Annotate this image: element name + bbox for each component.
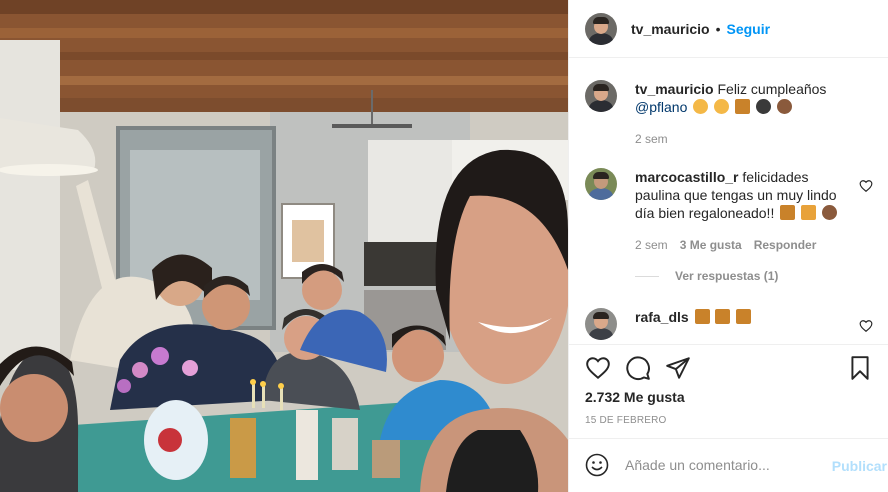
likes-count[interactable]: 2.732 Me gusta xyxy=(585,389,685,405)
caption: tv_mauricio Feliz cumpleaños @pflano 2 s… xyxy=(585,80,873,148)
comments-list[interactable]: tv_mauricio Feliz cumpleaños @pflano 2 s… xyxy=(569,58,888,344)
header-separator: • xyxy=(715,20,721,37)
family-selfie-image xyxy=(0,0,568,492)
party-popper-icon xyxy=(694,309,710,324)
view-replies-label: Ver respuestas (1) xyxy=(675,269,779,283)
view-replies-button[interactable]: Ver respuestas (1) xyxy=(635,269,778,283)
instagram-post: tv_mauricio • Seguir tv_mauricio Feliz c… xyxy=(0,0,888,492)
caption-text: Feliz cumpleaños xyxy=(717,81,827,97)
reply-button[interactable]: Responder xyxy=(754,236,817,254)
caption-meta: 2 sem xyxy=(635,130,857,148)
caption-author-avatar[interactable] xyxy=(585,80,617,112)
comment-time[interactable]: 2 sem xyxy=(635,236,668,254)
post-date[interactable]: 15 DE FEBRERO xyxy=(585,415,667,426)
comment-input[interactable] xyxy=(625,457,825,473)
comment-likes[interactable]: 3 Me gusta xyxy=(680,236,742,254)
action-icons xyxy=(585,355,873,381)
comment: marcocastillo_r felicidades paulina que … xyxy=(585,168,873,254)
publish-button[interactable]: Publicar xyxy=(832,458,887,474)
caption-username[interactable]: tv_mauricio xyxy=(635,81,714,97)
save-bookmark-icon[interactable] xyxy=(847,355,873,381)
post-photo[interactable] xyxy=(0,0,568,492)
comment-username[interactable]: rafa_dls xyxy=(635,309,689,325)
commenter-avatar[interactable] xyxy=(585,168,617,200)
post-side-panel: tv_mauricio • Seguir tv_mauricio Feliz c… xyxy=(568,0,888,492)
commenter-avatar[interactable] xyxy=(585,308,617,340)
replies-divider xyxy=(635,275,659,277)
like-heart-icon[interactable] xyxy=(585,355,611,381)
gift-icon xyxy=(801,205,817,220)
caption-mention[interactable]: @pflano xyxy=(635,99,687,115)
comment-username[interactable]: marcocastillo_r xyxy=(635,169,739,185)
balloon-icon xyxy=(755,99,771,114)
comment-bubble-icon[interactable] xyxy=(625,355,651,381)
share-paper-plane-icon[interactable] xyxy=(665,355,691,381)
like-comment-heart-icon[interactable] xyxy=(859,179,873,193)
caption-time[interactable]: 2 sem xyxy=(635,130,668,148)
smiling-face-with-hearts-icon xyxy=(693,99,709,114)
emoji-picker-icon[interactable] xyxy=(585,453,609,477)
like-comment-heart-icon[interactable] xyxy=(859,319,873,333)
party-popper-icon xyxy=(780,205,796,220)
author-username[interactable]: tv_mauricio xyxy=(631,21,710,37)
add-comment-bar: Publicar xyxy=(569,438,888,492)
party-popper-icon xyxy=(735,99,751,114)
comment: rafa_dls xyxy=(585,308,873,340)
author-avatar[interactable] xyxy=(585,12,617,45)
party-popper-icon xyxy=(715,309,731,324)
post-header: tv_mauricio • Seguir xyxy=(569,0,888,58)
comment-meta: 2 sem 3 Me gusta Responder xyxy=(635,236,857,254)
smiling-face-with-hearts-icon xyxy=(714,99,730,114)
post-actions: 2.732 Me gusta 15 DE FEBRERO xyxy=(569,344,888,426)
cupcake-icon xyxy=(822,205,838,220)
follow-button[interactable]: Seguir xyxy=(727,21,771,37)
party-popper-icon xyxy=(736,309,752,324)
cupcake-icon xyxy=(776,99,792,114)
